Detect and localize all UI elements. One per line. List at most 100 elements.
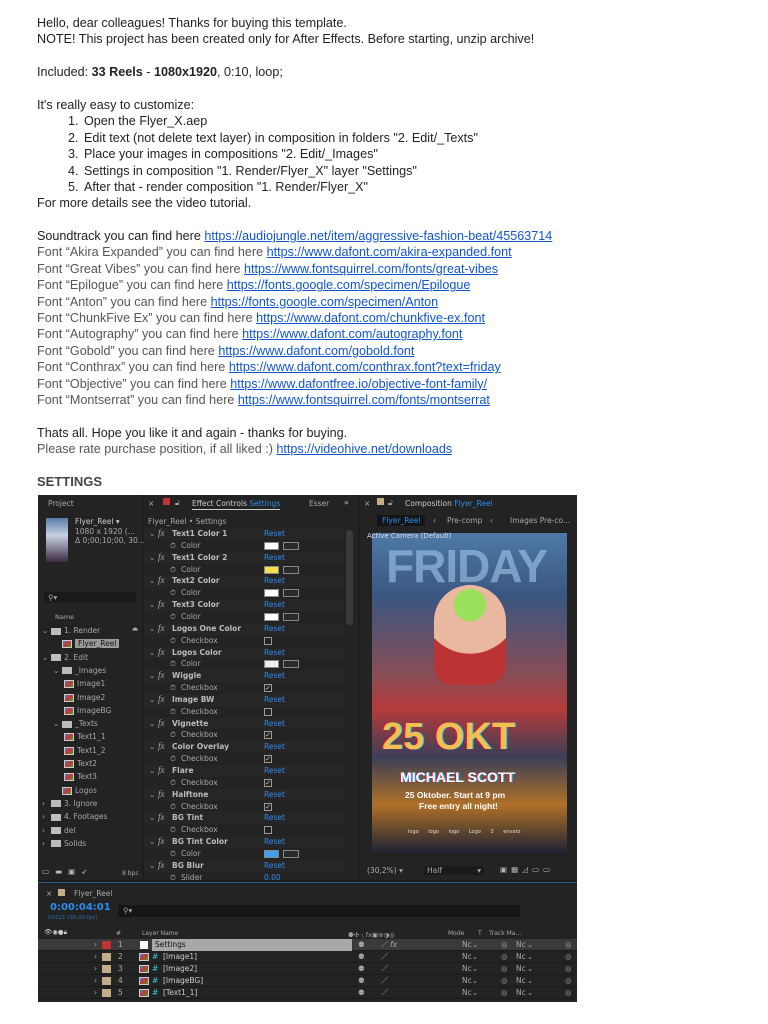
reset-link[interactable]: Reset: [264, 647, 285, 659]
stopwatch-icon[interactable]: ⏱︎: [170, 658, 176, 670]
quality-icon[interactable]: ／: [381, 975, 389, 987]
project-tab[interactable]: Project: [48, 499, 74, 508]
link-icon[interactable]: ◎: [501, 939, 508, 951]
scrollbar[interactable]: [346, 530, 353, 625]
eyedropper-icon[interactable]: [283, 589, 299, 598]
font-link[interactable]: https://fonts.google.com/specimen/Epilog…: [227, 278, 471, 292]
color-swatch[interactable]: [264, 565, 279, 574]
project-footer-icons[interactable]: ▭▬▣➶: [42, 867, 94, 876]
reset-link[interactable]: Reset: [264, 694, 285, 706]
label-color[interactable]: [102, 989, 111, 997]
chevron-down-icon[interactable]: ⌄: [149, 836, 155, 848]
reset-link[interactable]: Reset: [264, 552, 285, 564]
parent-pickwhip-icon[interactable]: ◎: [565, 975, 572, 987]
chevron-icon[interactable]: ⌄: [53, 664, 62, 677]
layer-row[interactable]: › 1 Settings ⚉ ／ fx Nc ⌄ ◎ Nc ⌄ ◎: [38, 939, 577, 951]
font-link[interactable]: https://www.dafont.com/conthrax.font?tex…: [229, 360, 501, 374]
effect-header[interactable]: ⌄ fx Text3 Color Reset: [144, 599, 344, 611]
chevron-down-icon[interactable]: ⌄: [149, 623, 155, 635]
font-link[interactable]: https://www.fontsquirrel.com/fonts/monts…: [238, 393, 490, 407]
shy-icon[interactable]: ⚉: [358, 987, 365, 999]
slider-value[interactable]: 0.00: [264, 872, 281, 880]
stopwatch-icon[interactable]: ⏱︎: [170, 540, 176, 552]
fx-icon[interactable]: fx: [158, 741, 165, 753]
chevron-down-icon[interactable]: ⌄: [149, 812, 155, 824]
mode-dropdown[interactable]: Nc: [462, 939, 472, 951]
reset-link[interactable]: Reset: [264, 836, 285, 848]
chevron-icon[interactable]: ⌄: [42, 624, 51, 637]
chevron-down-icon[interactable]: ⌄: [472, 975, 478, 987]
fx-icon[interactable]: fx: [158, 670, 165, 682]
font-link[interactable]: https://www.dafont.com/chunkfive-ex.font: [256, 311, 485, 325]
reset-link[interactable]: Reset: [264, 575, 285, 587]
project-item[interactable]: Text2: [38, 757, 142, 770]
effect-header[interactable]: ⌄ fx Vignette Reset: [144, 717, 344, 730]
reset-link[interactable]: Reset: [264, 741, 285, 753]
timeline-tab[interactable]: Flyer_Reel: [74, 889, 112, 898]
project-item[interactable]: Text1_2: [38, 744, 142, 757]
fx-icon[interactable]: fx: [158, 575, 165, 587]
parent-pickwhip-icon[interactable]: ◎: [565, 987, 572, 999]
track-matte-dropdown[interactable]: Nc: [516, 939, 526, 951]
close-icon[interactable]: ×: [148, 499, 154, 508]
font-link[interactable]: https://www.dafont.com/autography.font: [242, 327, 462, 341]
effect-header[interactable]: ⌄ fx Logos Color Reset: [144, 646, 344, 659]
project-item[interactable]: › 3. Ignore: [38, 797, 142, 810]
eyedropper-icon[interactable]: [283, 849, 299, 858]
link-icon[interactable]: ◎: [501, 987, 508, 999]
chevron-down-icon[interactable]: ⌄: [149, 741, 155, 753]
effect-header[interactable]: ⌄ fx BG Tint Reset: [144, 812, 344, 825]
effect-header[interactable]: ⌄ fx BG Blur Reset: [144, 859, 344, 872]
zoom-dropdown[interactable]: (30,2%) ▾: [367, 866, 403, 875]
effect-header[interactable]: ⌄ fx Wiggle Reset: [144, 670, 344, 683]
fx-icon[interactable]: fx: [158, 718, 165, 730]
effect-header[interactable]: ⌄ fx Color Overlay Reset: [144, 741, 344, 754]
layer-name[interactable]: Settings: [152, 939, 352, 951]
expand-icon[interactable]: ›: [94, 975, 97, 987]
fx-icon[interactable]: fx: [158, 765, 165, 777]
fx-icon[interactable]: fx: [158, 860, 165, 872]
link-icon[interactable]: ◎: [501, 975, 508, 987]
chevron-down-icon[interactable]: ⌄: [149, 528, 155, 540]
track-matte-dropdown[interactable]: Nc: [516, 975, 526, 987]
chevron-icon[interactable]: ›: [42, 797, 51, 810]
fx-icon[interactable]: fx: [158, 694, 165, 706]
stopwatch-icon[interactable]: ⏱︎: [170, 564, 176, 576]
project-item[interactable]: ImageBG: [38, 704, 142, 717]
stopwatch-icon[interactable]: ⏱︎: [170, 729, 176, 741]
name-column-header[interactable]: Name: [55, 613, 74, 621]
layer-name[interactable]: [ImageBG]: [163, 975, 203, 987]
stopwatch-icon[interactable]: ⏱︎: [170, 848, 176, 860]
timeline-search-input[interactable]: ⚲▾: [118, 905, 520, 917]
effect-header[interactable]: ⌄ fx Text1 Color 1 Reset: [144, 528, 344, 540]
tab-essential[interactable]: Esser: [309, 499, 329, 508]
eyedropper-icon[interactable]: [283, 541, 299, 550]
fx-icon[interactable]: fx: [158, 647, 165, 659]
chevron-down-icon[interactable]: ⌄: [527, 939, 533, 951]
project-item[interactable]: Flyer_Reel: [38, 637, 142, 650]
parent-pickwhip-icon[interactable]: ◎: [565, 951, 572, 963]
chevron-down-icon[interactable]: ⌄: [149, 647, 155, 659]
reset-link[interactable]: Reset: [264, 623, 285, 635]
chevron-down-icon[interactable]: ⌄: [149, 789, 155, 801]
font-link[interactable]: https://fonts.google.com/specimen/Anton: [211, 295, 439, 309]
mode-dropdown[interactable]: Nc: [462, 975, 472, 987]
quality-icon[interactable]: ／: [381, 987, 389, 999]
shy-icon[interactable]: ⚉: [358, 963, 365, 975]
chevron-down-icon[interactable]: ⌄: [472, 939, 478, 951]
close-icon[interactable]: ×: [364, 499, 370, 508]
checkbox[interactable]: ✓: [264, 731, 272, 740]
effect-header[interactable]: ⌄ fx Logos One Color Reset: [144, 622, 344, 635]
checkbox[interactable]: ✓: [264, 778, 272, 787]
effect-header[interactable]: ⌄ fx Flare Reset: [144, 765, 344, 777]
color-swatch[interactable]: [264, 589, 279, 598]
reset-link[interactable]: Reset: [264, 670, 285, 682]
font-link[interactable]: https://www.dafont.com/gobold.font: [218, 344, 414, 358]
fx-icon[interactable]: fx: [158, 552, 165, 564]
stopwatch-icon[interactable]: ⏱︎: [170, 777, 176, 789]
expand-icon[interactable]: ›: [94, 963, 97, 975]
chevron-down-icon[interactable]: ⌄: [149, 599, 155, 611]
stopwatch-icon[interactable]: ⏱︎: [170, 872, 176, 880]
timecode[interactable]: 0:00:04:01: [50, 902, 111, 913]
checkbox[interactable]: ✓: [264, 684, 272, 693]
